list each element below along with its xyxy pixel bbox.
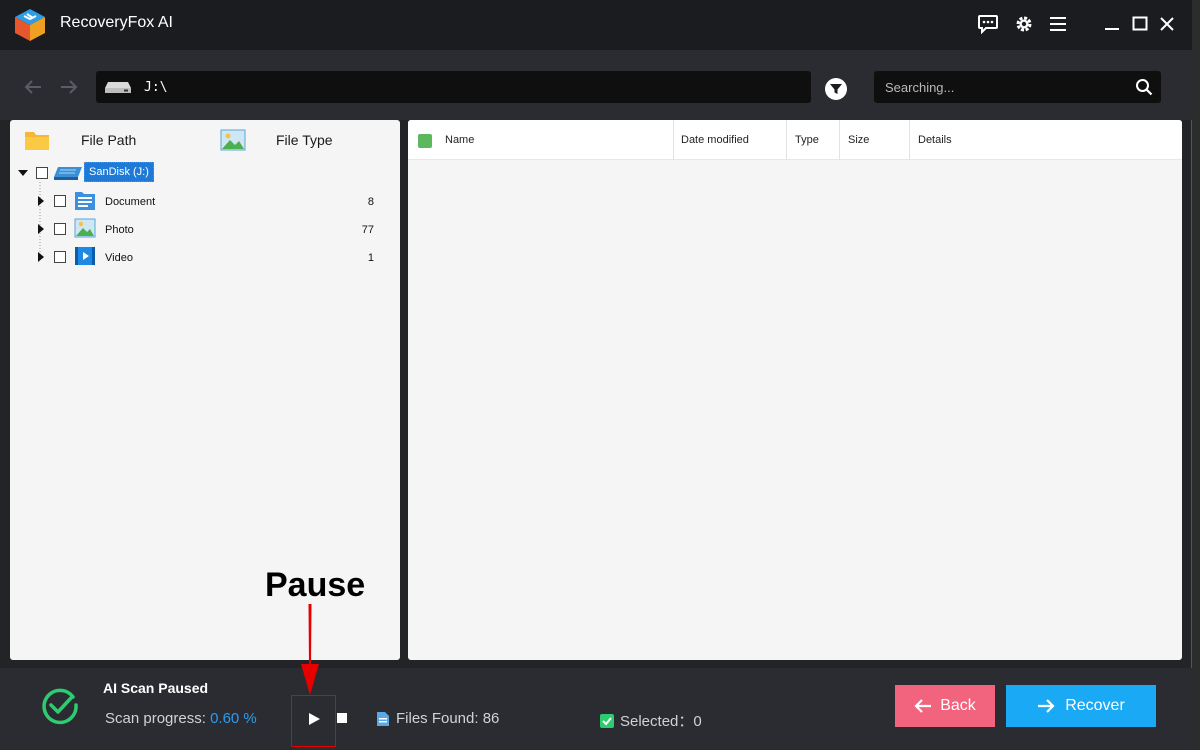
scan-progress-value: 0.60 % [210,710,257,727]
maximize-icon[interactable] [1126,10,1154,38]
collapse-arrow-icon[interactable] [18,170,28,176]
tab-file-type[interactable]: File Type [220,120,395,160]
column-separator [786,120,787,160]
recover-button[interactable]: Recover [1006,685,1156,727]
tab-file-type-label: File Type [276,132,333,148]
column-details[interactable]: Details [918,120,952,160]
selected-text: Selected：0 [620,713,702,730]
path-bar[interactable]: J:\ [96,71,811,103]
app-window: RecoveryFox AI J:\ Searching... File Pat… [0,0,1192,750]
column-date-modified[interactable]: Date modified [681,120,749,160]
close-icon[interactable] [1153,10,1181,38]
selected-count: Selected：0 [600,710,702,731]
photo-count: 77 [361,224,374,236]
drive-icon [105,82,131,93]
column-separator [673,120,674,160]
files-found: Files Found: 86 [376,710,499,727]
select-all-checkbox[interactable] [418,134,432,148]
minimize-icon[interactable] [1098,10,1126,38]
document-label: Document [105,196,156,208]
folder-icon [25,132,49,150]
expand-arrow-icon[interactable] [38,196,44,206]
column-separator [909,120,910,160]
back-arrow-icon[interactable] [20,74,46,100]
scan-status-check-icon [42,688,78,725]
column-separator [839,120,840,160]
title-bar: RecoveryFox AI [0,0,1192,50]
forward-arrow-icon [1038,699,1055,713]
app-title: RecoveryFox AI [60,14,173,31]
selected-check-icon [600,713,614,728]
back-arrow-icon [914,699,932,713]
photo-label: Photo [105,224,134,236]
filter-icon[interactable] [825,78,847,100]
annotation-highlight-box [291,695,336,747]
app-logo-icon [15,9,45,41]
image-file-icon [220,129,246,151]
search-input[interactable] [874,71,1124,103]
back-button[interactable]: Back [895,685,995,727]
column-type[interactable]: Type [795,120,819,160]
tree-row-drive[interactable]: SanDisk (J:) [10,160,400,186]
video-checkbox[interactable] [54,251,66,263]
file-list-panel: Name Date modified Type Size Details [408,120,1182,660]
photo-checkbox[interactable] [54,223,66,235]
expand-arrow-icon[interactable] [38,252,44,262]
search-box [874,71,1161,103]
photo-icon [74,218,96,238]
file-icon [377,711,389,726]
annotation-arrow [301,604,319,695]
document-checkbox[interactable] [54,195,66,207]
tree-row-photo[interactable]: Photo 77 [10,216,400,242]
path-text: J:\ [144,79,168,95]
scan-status-title: AI Scan Paused [103,680,209,696]
drive-icon [54,167,82,180]
document-count: 8 [367,196,374,208]
video-count: 1 [367,252,374,264]
drive-checkbox[interactable] [36,167,48,179]
document-folder-icon [75,192,95,210]
scan-progress-label: Scan progress: [105,710,206,727]
drive-label[interactable]: SanDisk (J:) [84,162,154,182]
column-size[interactable]: Size [848,120,869,160]
video-icon [75,247,95,265]
back-button-label: Back [940,697,976,714]
menu-icon[interactable] [1044,10,1072,38]
column-name[interactable]: Name [445,120,474,160]
stop-button[interactable] [337,713,347,723]
video-label: Video [105,252,133,264]
feedback-icon[interactable] [974,10,1002,38]
annotation-pause-label: Pause [265,566,366,604]
tab-file-path[interactable]: File Path [24,120,204,160]
recover-button-label: Recover [1065,697,1125,714]
files-found-text: Files Found: 86 [396,710,500,727]
file-list-header: Name Date modified Type Size Details [408,120,1182,160]
settings-gear-icon[interactable] [1010,10,1038,38]
tab-file-path-label: File Path [81,132,137,148]
scan-progress: Scan progress: 0.60 % [105,710,257,727]
expand-arrow-icon[interactable] [38,224,44,234]
forward-arrow-icon[interactable] [56,74,82,100]
tree-row-video[interactable]: Video 1 [10,244,400,270]
tree-row-document[interactable]: Document 8 [10,188,400,214]
search-icon[interactable] [1133,76,1155,98]
